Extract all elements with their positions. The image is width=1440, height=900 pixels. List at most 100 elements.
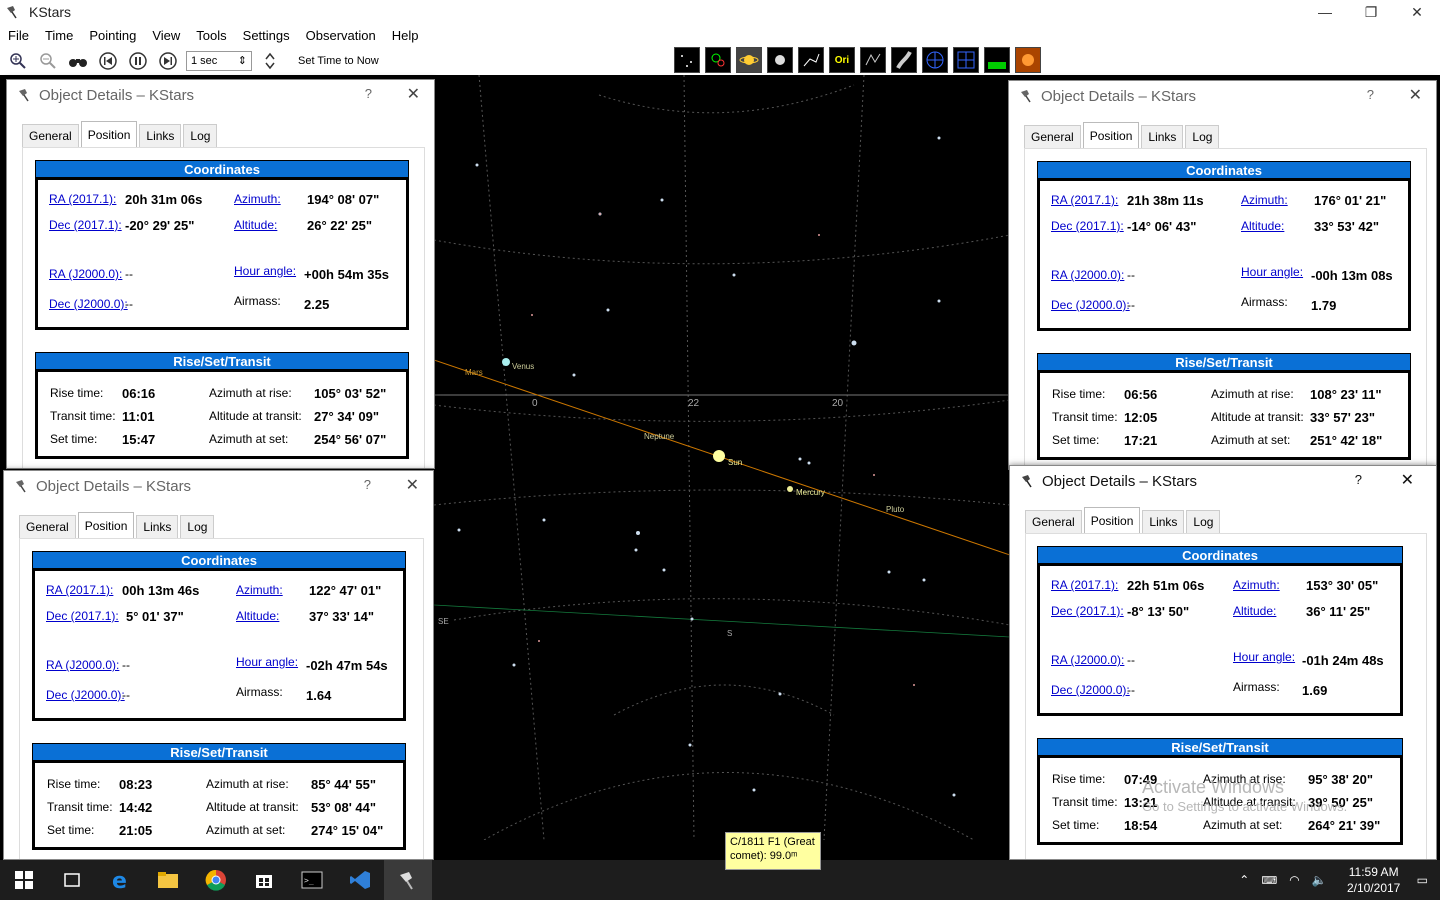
tab-log[interactable]: Log [1186,510,1221,533]
hour-angle-label-link[interactable]: Hour angle: [234,264,296,278]
constellation-names-toggle[interactable]: Ori [829,47,855,73]
terminal-icon[interactable]: >_ [288,860,336,900]
close-icon[interactable]: ✕ [1409,85,1422,105]
ra-j2000-label-link[interactable]: RA (J2000.0): [46,658,119,672]
spin-arrows-icon[interactable]: ⇕ [238,54,247,67]
hour-angle-label-link[interactable]: Hour angle: [236,655,298,669]
close-button[interactable]: ✕ [1394,0,1440,24]
dec-label-link[interactable]: Dec (2017.1): [49,218,122,232]
wifi-icon[interactable]: ◠ [1289,873,1299,887]
altitude-label-link[interactable]: Altitude: [1241,219,1284,233]
help-icon[interactable]: ? [1367,87,1374,102]
ra-label-link[interactable]: RA (2017.1): [46,583,113,597]
file-explorer-icon[interactable] [144,860,192,900]
hour-angle-label-link[interactable]: Hour angle: [1241,265,1303,279]
milky-way-toggle-icon[interactable] [891,47,917,73]
system-clock[interactable]: 11:59 AM 2/10/2017 [1339,864,1409,896]
tab-position[interactable]: Position [1082,122,1140,148]
dec-label-link[interactable]: Dec (2017.1): [1051,604,1124,618]
chrome-icon[interactable] [192,860,240,900]
tab-links[interactable]: Links [139,124,182,147]
timestep-units-icon[interactable] [258,49,282,73]
hour-angle-label-link[interactable]: Hour angle: [1233,650,1295,664]
ra-j2000-label-link[interactable]: RA (J2000.0): [49,267,122,281]
chevron-up-icon[interactable]: ⌃ [1239,873,1249,887]
tab-general[interactable]: General [1025,510,1082,533]
azimuth-label-link[interactable]: Azimuth: [1241,193,1288,207]
ra-label-link[interactable]: RA (2017.1): [49,192,116,206]
mercury-marker[interactable] [787,486,793,492]
horizontal-grid-toggle-icon[interactable] [953,47,979,73]
tab-links[interactable]: Links [136,515,179,538]
close-icon[interactable]: ✕ [1401,470,1414,490]
dec-j2000-label-link[interactable]: Dec (J2000.0): [1051,683,1130,697]
minimize-button[interactable]: — [1302,0,1348,24]
close-icon[interactable]: ✕ [406,475,419,495]
help-icon[interactable]: ? [364,477,371,492]
equatorial-grid-toggle-icon[interactable] [922,47,948,73]
ground-toggle-icon[interactable] [984,47,1010,73]
dec-label-link[interactable]: Dec (2017.1): [46,609,119,623]
pause-icon[interactable] [126,49,150,73]
azimuth-label-link[interactable]: Azimuth: [1233,578,1280,592]
altitude-label-link[interactable]: Altitude: [1233,604,1276,618]
ra-label-link[interactable]: RA (2017.1): [1051,193,1118,207]
ra-label-link[interactable]: RA (2017.1): [1051,578,1118,592]
tab-log[interactable]: Log [1185,125,1220,148]
kstars-taskbar-icon[interactable] [384,860,432,900]
tab-log[interactable]: Log [180,515,215,538]
altitude-label-link[interactable]: Altitude: [234,218,277,232]
tab-general[interactable]: General [22,124,79,147]
constellation-lines-toggle-icon[interactable] [798,47,824,73]
tab-general[interactable]: General [19,515,76,538]
azimuth-label-link[interactable]: Azimuth: [234,192,281,206]
menu-view[interactable]: View [144,28,188,43]
step-back-icon[interactable] [96,49,120,73]
tab-log[interactable]: Log [183,124,218,147]
store-icon[interactable] [240,860,288,900]
start-button-icon[interactable] [0,860,48,900]
altitude-label-link[interactable]: Altitude: [236,609,279,623]
task-view-icon[interactable] [48,860,96,900]
stars-toggle-icon[interactable] [674,47,700,73]
sun-marker[interactable] [713,450,725,462]
menu-time[interactable]: Time [37,28,81,43]
help-icon[interactable]: ? [1355,472,1362,487]
azimuth-label-link[interactable]: Azimuth: [236,583,283,597]
zoom-in-icon[interactable] [6,49,30,73]
menu-help[interactable]: Help [384,28,427,43]
menu-file[interactable]: File [0,28,37,43]
timestep-spinbox[interactable]: 1 sec ⇕ [186,50,252,71]
keyboard-icon[interactable]: ⌨ [1261,874,1277,887]
restore-button[interactable]: ❐ [1348,0,1394,24]
close-icon[interactable]: ✕ [407,84,420,104]
constellation-art-toggle-icon[interactable] [860,47,886,73]
ra-j2000-label-link[interactable]: RA (J2000.0): [1051,653,1124,667]
hips-toggle-icon[interactable] [1015,47,1041,73]
zoom-out-icon[interactable] [36,49,60,73]
satellites-toggle-icon[interactable] [767,47,793,73]
dec-j2000-label-link[interactable]: Dec (J2000.0): [1051,298,1130,312]
tab-general[interactable]: General [1024,125,1081,148]
sky-map[interactable]: Mars Venus Neptune Sun Mercury Pluto 0 2… [434,75,1010,840]
ra-j2000-label-link[interactable]: RA (J2000.0): [1051,268,1124,282]
visual-studio-icon[interactable] [336,860,384,900]
binoculars-icon[interactable] [66,49,90,73]
set-time-now-button[interactable]: Set Time to Now [298,55,379,67]
tab-position[interactable]: Position [77,512,135,538]
tab-links[interactable]: Links [1141,125,1184,148]
dec-j2000-label-link[interactable]: Dec (J2000.0): [49,297,128,311]
dec-label-link[interactable]: Dec (2017.1): [1051,219,1124,233]
step-forward-icon[interactable] [156,49,180,73]
tab-position[interactable]: Position [1083,507,1141,533]
deep-sky-toggle-icon[interactable] [705,47,731,73]
menu-tools[interactable]: Tools [188,28,234,43]
dec-j2000-label-link[interactable]: Dec (J2000.0): [46,688,125,702]
menu-pointing[interactable]: Pointing [81,28,144,43]
solar-system-toggle-icon[interactable] [736,47,762,73]
notification-icon[interactable]: ▭ [1417,873,1428,887]
venus-marker[interactable] [502,358,510,366]
menu-settings[interactable]: Settings [235,28,298,43]
help-icon[interactable]: ? [365,86,372,101]
menu-observation[interactable]: Observation [298,28,384,43]
